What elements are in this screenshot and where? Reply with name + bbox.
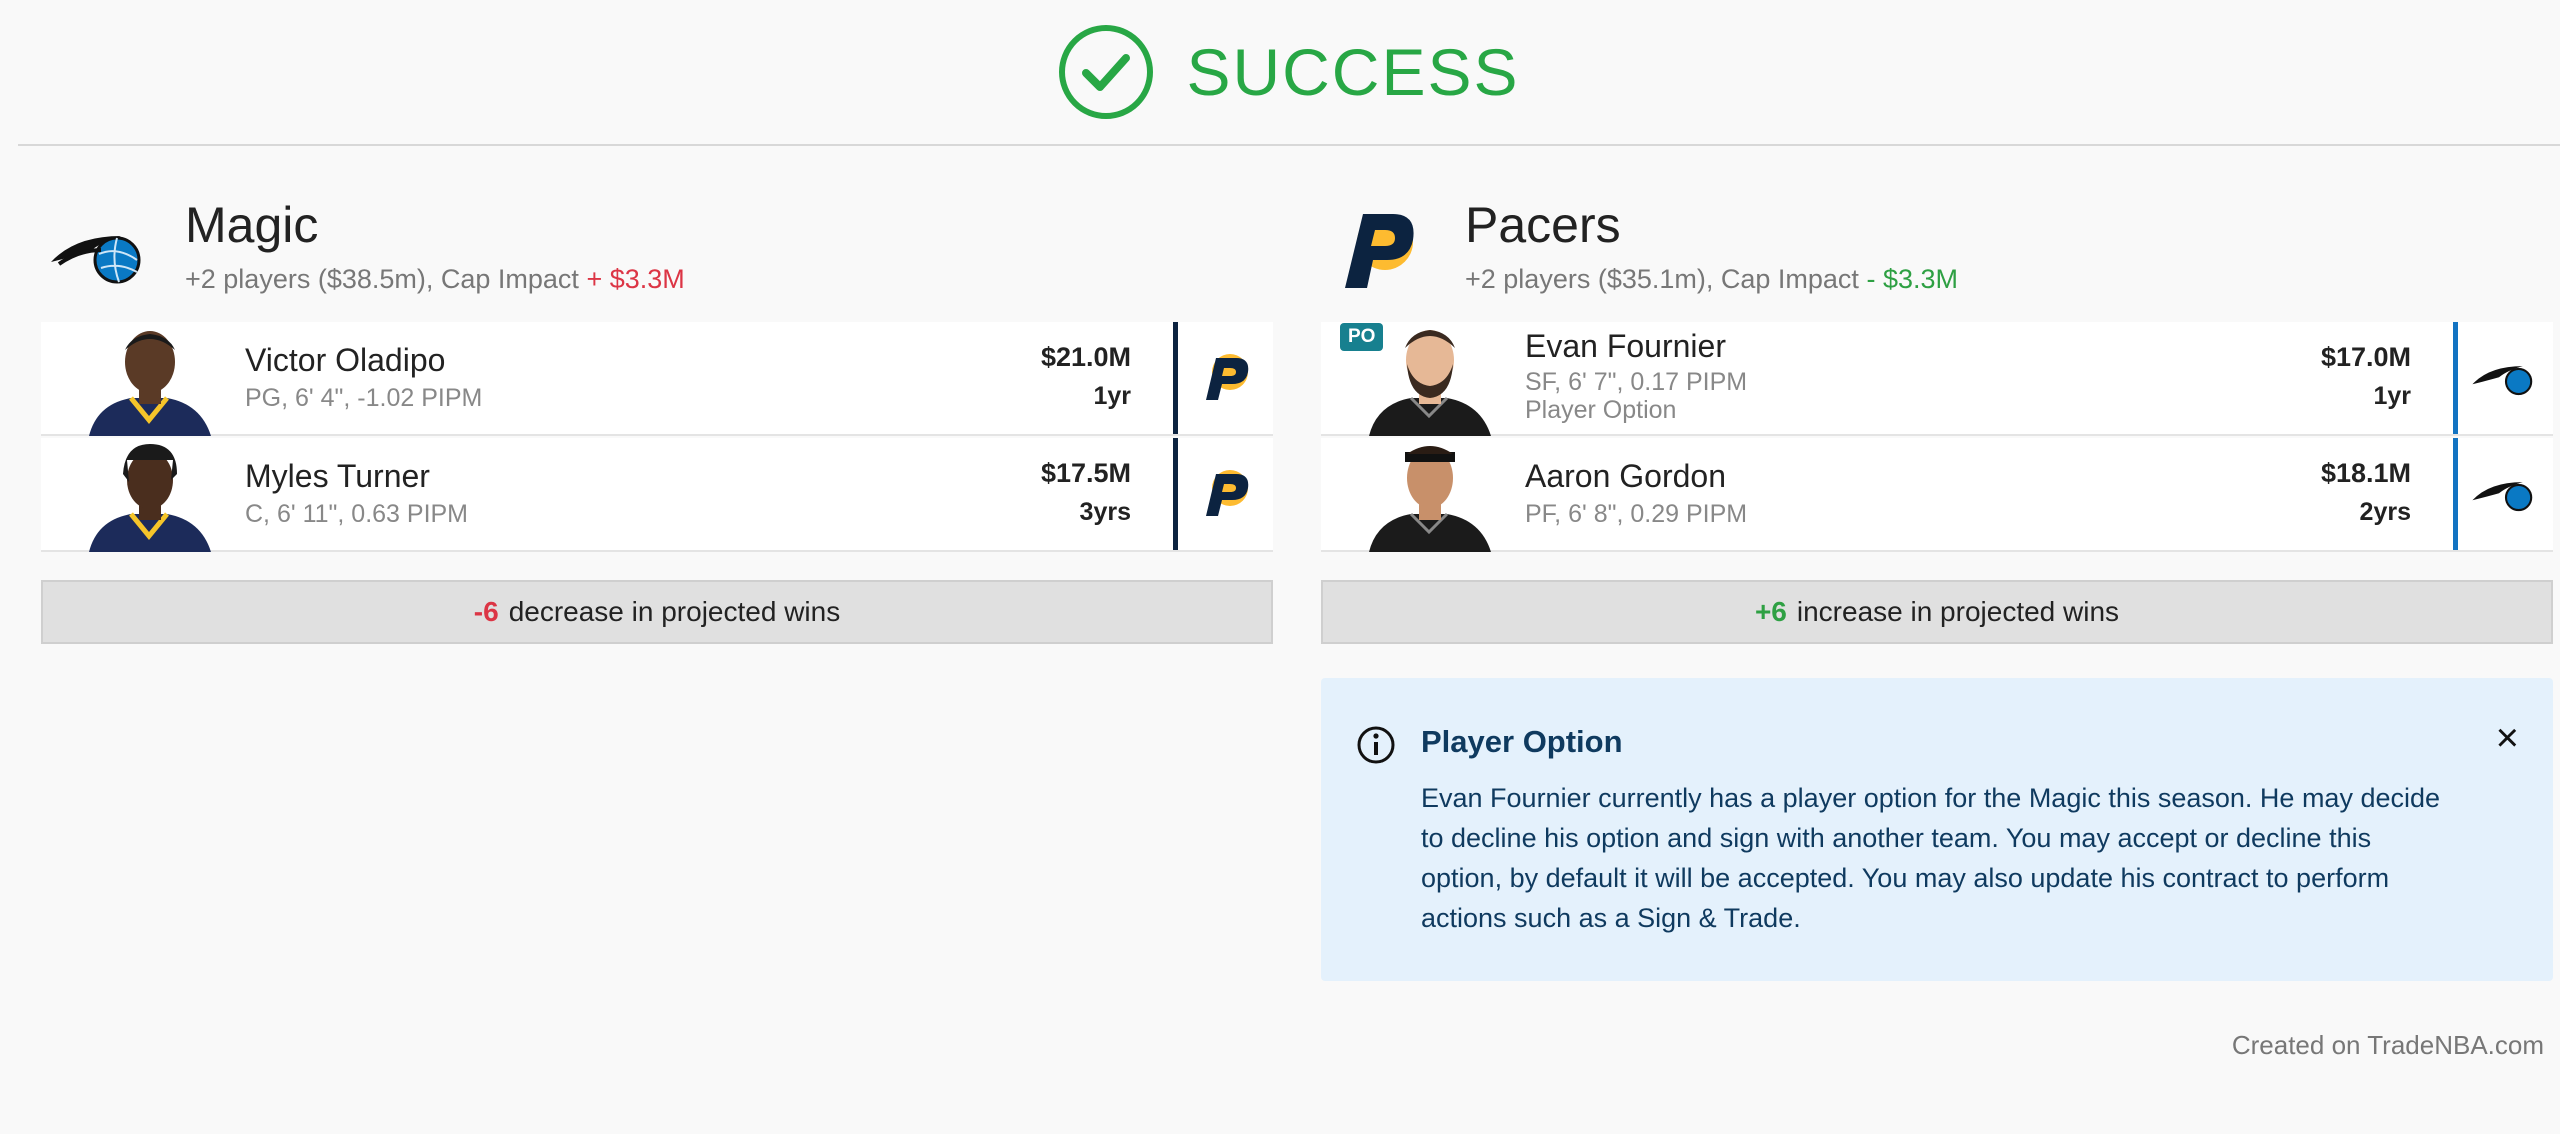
- footer-credit: Created on TradeNBA.com: [2231, 1030, 2544, 1060]
- player-salary: $17.0M: [2320, 342, 2411, 372]
- team-summary-text: +2 players ($38.5m), Cap Impact: [185, 264, 579, 294]
- alert-body: Evan Fournier currently has a player opt…: [1421, 783, 2441, 933]
- player-meta: PF, 6' 8", 0.29 PIPM: [1525, 500, 1748, 528]
- player-name: Evan Fournier: [1525, 328, 1726, 364]
- player-years: 3yrs: [1079, 498, 1131, 526]
- player-salary: $18.1M: [2320, 458, 2411, 488]
- result-header: SUCCESS: [18, 0, 2560, 146]
- magic-logo-icon: [51, 236, 141, 284]
- team-name: Pacers: [1465, 197, 1621, 253]
- wins-text: increase in projected wins: [1796, 596, 2120, 627]
- origin-team-cell: [2453, 322, 2553, 434]
- magic-logo-icon: [2471, 366, 2532, 396]
- success-title: SUCCESS: [1186, 35, 1520, 109]
- alert-title: Player Option: [1421, 724, 1623, 759]
- check-circle-icon: [1059, 25, 1154, 119]
- team-summary: +2 players ($38.5m), Cap Impact + $3.3M: [185, 264, 685, 295]
- player-name: Myles Turner: [245, 458, 430, 494]
- player-row[interactable]: Myles Turner C, 6' 11", 0.63 PIPM $17.5M…: [41, 438, 1273, 552]
- cap-impact-value: + $3.3M: [586, 264, 685, 294]
- player-salary: $21.0M: [1040, 342, 1131, 372]
- player-meta: C, 6' 11", 0.63 PIPM: [245, 500, 469, 528]
- close-icon[interactable]: ×: [2496, 718, 2519, 758]
- player-row[interactable]: PO Evan Fournier SF, 6' 7", 0.17 PIPM Pl…: [1321, 322, 2553, 436]
- player-meta: PG, 6' 4", -1.02 PIPM: [245, 384, 483, 412]
- projected-wins-bar: +6 increase in projected wins: [1321, 580, 2553, 644]
- team-name: Magic: [185, 197, 319, 253]
- player-name: Aaron Gordon: [1525, 458, 1727, 494]
- wins-text: decrease in projected wins: [508, 596, 841, 627]
- player-option-alert: Player Option Evan Fournier currently ha…: [1321, 678, 2553, 981]
- player-years: 2yrs: [2359, 498, 2411, 526]
- team-header: Pacers +2 players ($35.1m), Cap Impact -…: [1321, 196, 2553, 322]
- info-icon: [1357, 726, 1395, 764]
- wins-delta: -6: [473, 596, 499, 627]
- player-salary: $17.5M: [1040, 458, 1131, 488]
- team-panel-pacers: Pacers +2 players ($35.1m), Cap Impact -…: [1321, 196, 2553, 644]
- player-name: Victor Oladipo: [245, 342, 446, 378]
- team-header: Magic +2 players ($38.5m), Cap Impact + …: [41, 196, 1273, 322]
- player-meta: SF, 6' 7", 0.17 PIPM Player Option: [1525, 368, 1747, 424]
- pacers-logo-icon: [1205, 354, 1248, 400]
- player-headshot: [1369, 446, 1491, 552]
- wins-delta: +6: [1754, 596, 1787, 627]
- player-headshot: [89, 444, 211, 552]
- pacers-logo-icon: [1345, 214, 1414, 288]
- player-row[interactable]: Aaron Gordon PF, 6' 8", 0.29 PIPM $18.1M…: [1321, 438, 2553, 552]
- player-years: 1yr: [1093, 382, 1131, 410]
- origin-team-cell: [2453, 438, 2553, 550]
- player-meta-line: SF, 6' 7", 0.17 PIPM: [1525, 368, 1748, 396]
- pacers-logo-icon: [1205, 470, 1248, 516]
- team-panel-magic: Magic +2 players ($38.5m), Cap Impact + …: [41, 196, 1273, 644]
- cap-impact-value: - $3.3M: [1866, 264, 1958, 294]
- player-headshot: [89, 331, 211, 436]
- player-option-badge: PO: [1340, 323, 1384, 351]
- player-years: 1yr: [2373, 382, 2411, 410]
- team-summary-text: +2 players ($35.1m), Cap Impact: [1465, 264, 1859, 294]
- projected-wins-bar: -6 decrease in projected wins: [41, 580, 1273, 644]
- origin-team-cell: [1173, 322, 1273, 434]
- magic-logo-icon: [2471, 482, 2532, 512]
- origin-team-cell: [1173, 438, 1273, 550]
- team-summary: +2 players ($35.1m), Cap Impact - $3.3M: [1465, 264, 1958, 295]
- player-option-note: Player Option: [1525, 396, 1677, 424]
- player-row[interactable]: Victor Oladipo PG, 6' 4", -1.02 PIPM $21…: [41, 322, 1273, 436]
